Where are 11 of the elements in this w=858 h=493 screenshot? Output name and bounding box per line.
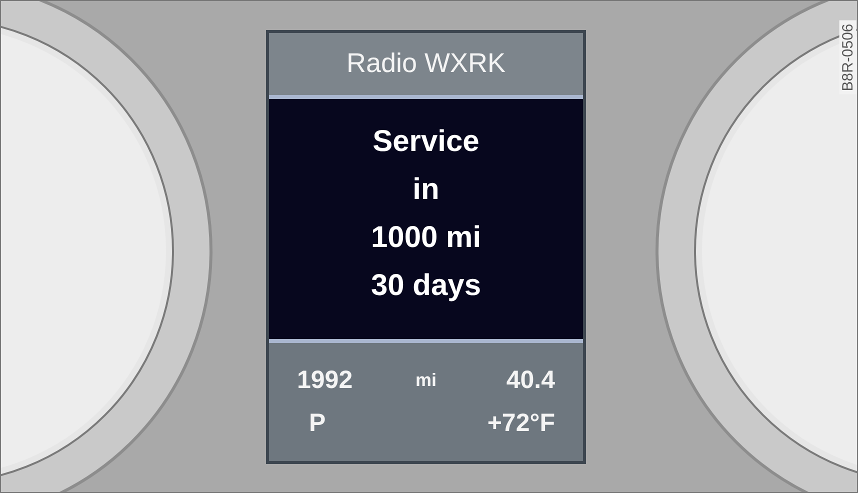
odometer-reading: 1992 <box>297 366 353 394</box>
gear-indicator: P <box>309 408 326 438</box>
figure-code: B8R-0506 <box>840 20 857 94</box>
trip-reading: 40.4 <box>506 366 555 394</box>
message-line: 1000 mi <box>370 220 482 256</box>
temperature-reading: +72°F <box>487 408 555 438</box>
unit-label: mi <box>415 370 436 390</box>
message-line: 30 days <box>370 268 482 304</box>
message-line: in <box>412 172 440 208</box>
station-title: Radio WXRK <box>346 48 506 79</box>
message-line: Service <box>372 124 480 160</box>
